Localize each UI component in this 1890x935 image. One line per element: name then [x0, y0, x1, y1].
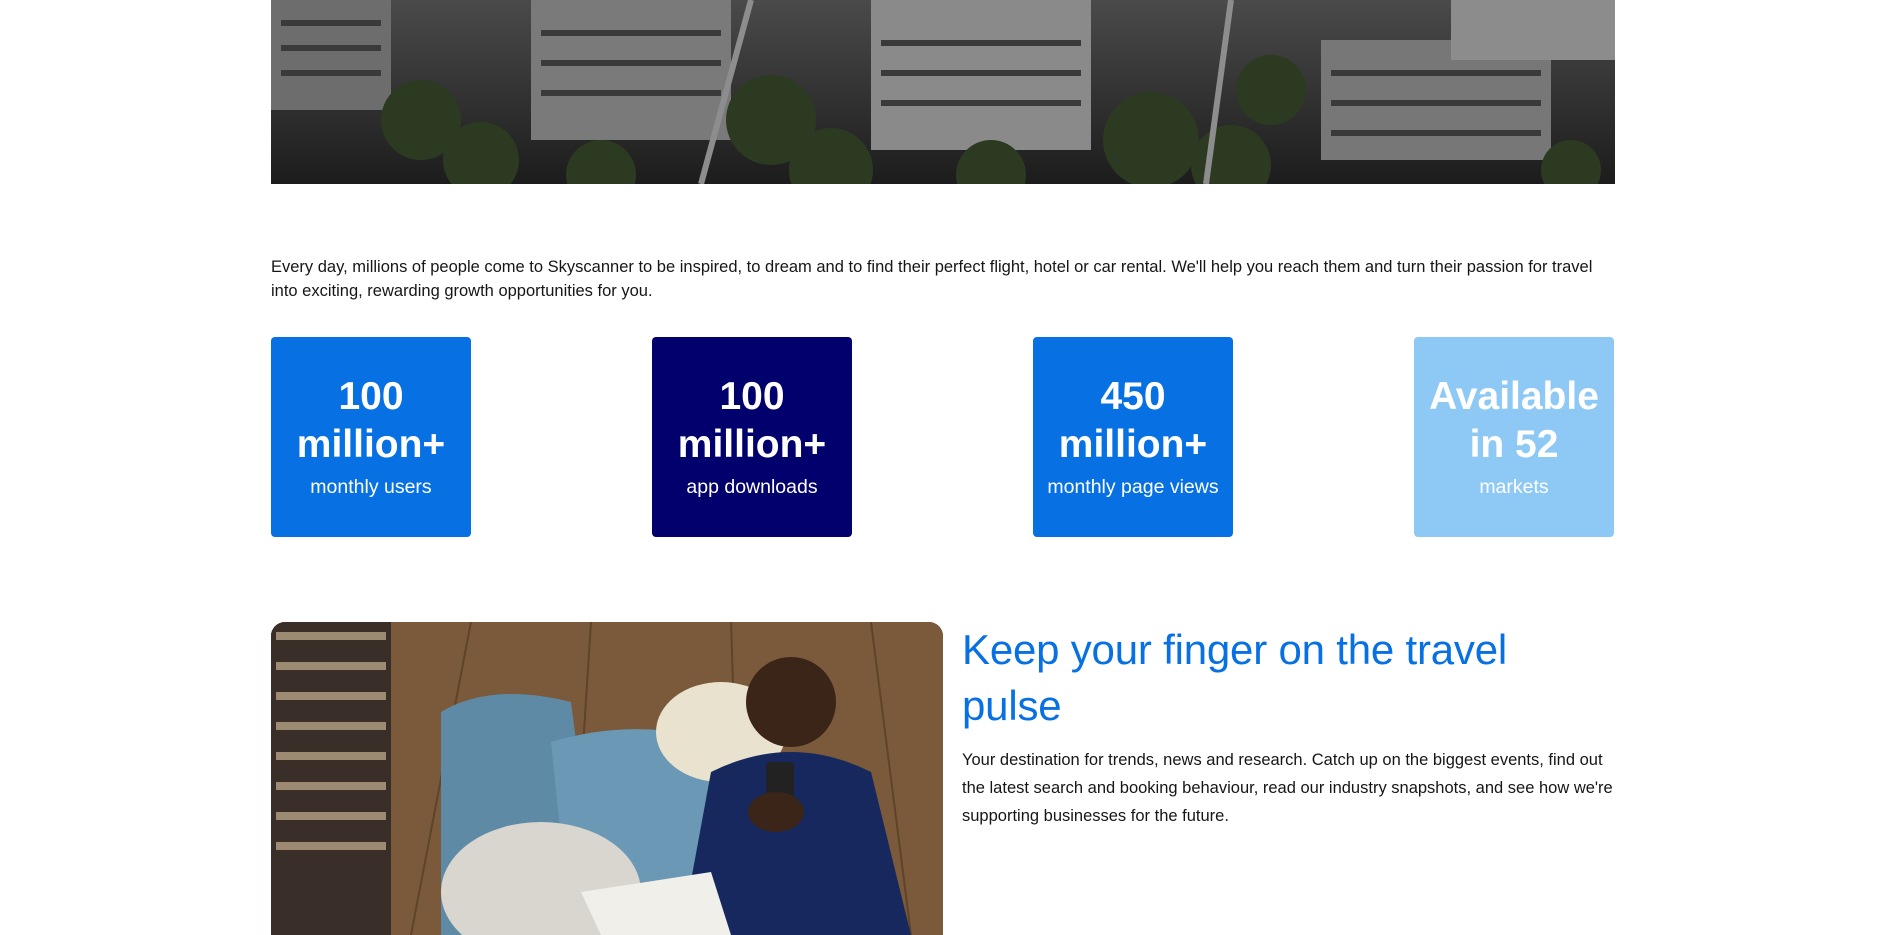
stat-tile-markets: Available in 52 markets: [1414, 337, 1614, 537]
stat-value: Available in 52: [1429, 375, 1599, 466]
stat-tile-app-downloads: 100 million+ app downloads: [652, 337, 852, 537]
stat-label: markets: [1479, 476, 1549, 498]
feature-body: Your destination for trends, news and re…: [962, 751, 1613, 825]
stat-tile-page-views: 450 million+ monthly page views: [1033, 337, 1233, 537]
stat-value: 450 million+: [1058, 375, 1208, 466]
stats-row: 100 million+ monthly users 100 million+ …: [271, 337, 1615, 537]
page: Every day, millions of people come to Sk…: [0, 0, 1890, 935]
stat-value: 100 million+: [677, 375, 827, 466]
feature-title: Keep your finger on the travel pulse: [962, 626, 1508, 729]
stat-value: 100 million+: [296, 375, 446, 466]
stat-label: monthly page views: [1047, 476, 1219, 498]
feature-photo: [271, 622, 943, 935]
stat-label: app downloads: [686, 476, 818, 498]
feature-text-block: Keep your finger on the travel pulse You…: [962, 622, 1614, 830]
stat-label: monthly users: [310, 476, 432, 498]
intro-paragraph: Every day, millions of people come to Sk…: [271, 257, 1593, 300]
stat-tile-monthly-users: 100 million+ monthly users: [271, 337, 471, 537]
hero-city-image: [271, 0, 1615, 184]
